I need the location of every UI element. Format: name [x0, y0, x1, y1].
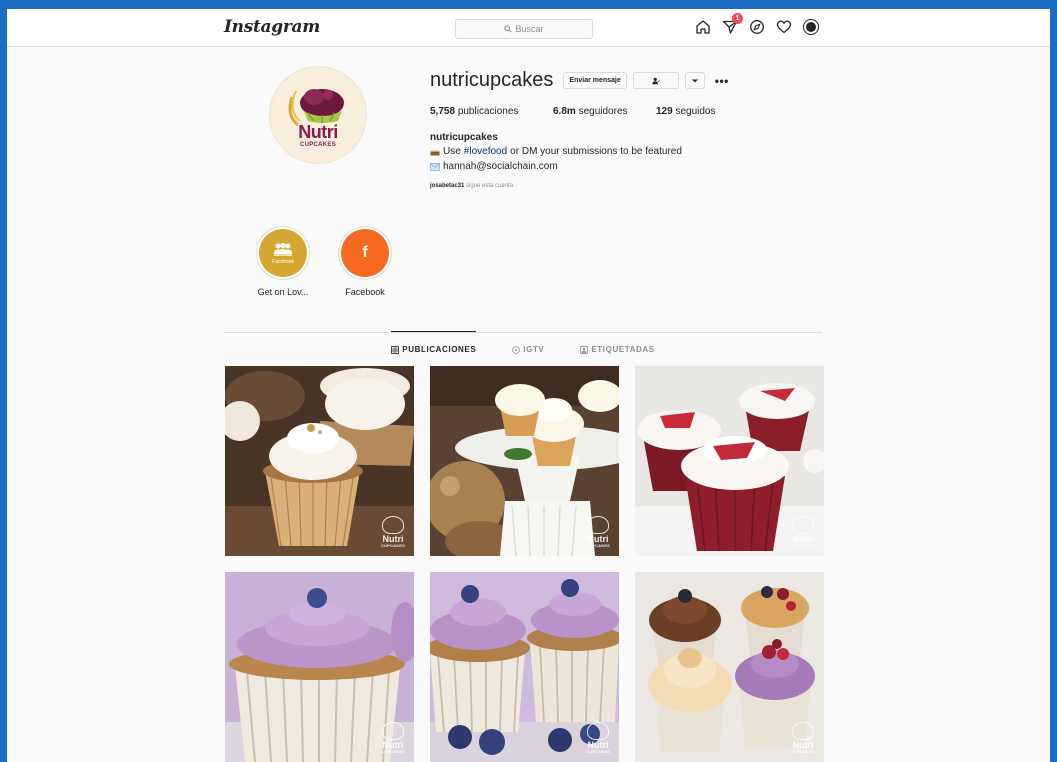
profile-avatar-icon[interactable]	[802, 18, 820, 36]
send-message-button[interactable]: Enviar mensaje	[563, 72, 627, 89]
nutri-watermark: Nutri CUPCAKES	[378, 516, 408, 548]
posts-grid: Nutri CUPCAKES Nutri CUPCAKES Nutri CUPC…	[225, 366, 824, 762]
igtv-icon	[512, 345, 521, 354]
followers-stat[interactable]: 6.8m seguidores	[553, 106, 656, 117]
bio-full-name: nutricupcakes	[430, 132, 498, 143]
tab-publicaciones[interactable]: PUBLICACIONES	[391, 345, 476, 354]
explore-icon[interactable]	[748, 18, 766, 36]
tabs-divider	[224, 332, 822, 333]
tab-etiquetadas[interactable]: ETIQUETADAS	[580, 345, 654, 354]
tab-igtv[interactable]: IGTV	[512, 345, 544, 354]
browser-window: Instagram Buscar 1 Nutri CUPCAKES nutric…	[7, 9, 1050, 762]
nutri-watermark: Nutri CUPCAKES	[788, 722, 818, 754]
email-emoji-icon	[430, 162, 440, 171]
direct-badge: 1	[732, 13, 743, 24]
post-thumbnail[interactable]: Nutri CUPCAKES	[635, 366, 824, 556]
search-icon	[504, 25, 513, 33]
highlight-inner-text: Facebook	[272, 258, 294, 265]
suggestions-dropdown-button[interactable]	[684, 72, 705, 89]
bio-line-submissions: Use #lovefood or DM your submissions to …	[430, 146, 682, 157]
post-thumbnail[interactable]: Nutri CUPCAKES	[225, 366, 414, 556]
chevron-down-icon	[691, 79, 698, 82]
activity-heart-icon[interactable]	[775, 18, 793, 36]
direct-icon[interactable]: 1	[721, 13, 743, 36]
profile-avatar[interactable]: Nutri CUPCAKES	[269, 66, 367, 164]
post-thumbnail[interactable]: Nutri CUPCAKES	[430, 572, 619, 762]
highlight-label: Get on Lov...	[257, 287, 309, 297]
avatar-text-cupcakes: CUPCAKES	[299, 142, 337, 148]
story-highlight-facebook[interactable]: f Facebook	[330, 226, 400, 297]
profile-header-row: nutricupcakes Enviar mensaje •••	[430, 69, 729, 92]
avatar-text-nutri: Nutri	[298, 122, 338, 142]
post-thumbnail[interactable]: Nutri CUPCAKES	[430, 366, 619, 556]
post-thumbnail[interactable]: Nutri CUPCAKES	[225, 572, 414, 762]
search-placeholder: Buscar	[515, 24, 544, 34]
highlight-label: Facebook	[345, 287, 385, 297]
people-group-icon	[274, 242, 292, 256]
profile-stats: 5,758 publicaciones 6.8m seguidores 129 …	[430, 106, 716, 117]
cake-emoji-icon	[430, 149, 440, 155]
profile-tabs: PUBLICACIONES IGTV ETIQUETADAS	[224, 345, 822, 354]
nutri-watermark: Nutri CUPCAKES	[378, 722, 408, 754]
home-icon[interactable]	[694, 18, 712, 36]
top-navigation: Instagram Buscar 1	[7, 9, 1050, 47]
more-options-icon[interactable]: •••	[711, 75, 729, 87]
search-input[interactable]: Buscar	[455, 19, 593, 39]
tagged-icon	[580, 345, 589, 354]
nutri-watermark: Nutri CUPCAKES	[788, 516, 818, 548]
posts-count-stat: 5,758 publicaciones	[430, 106, 519, 117]
nutri-watermark: Nutri CUPCAKES	[583, 516, 613, 548]
following-stat[interactable]: 129 seguidos	[656, 106, 716, 117]
active-tab-indicator	[391, 331, 476, 332]
grid-icon	[391, 345, 400, 354]
followed-by-text[interactable]: josabetac31 sigue esta cuenta	[430, 183, 513, 189]
bio-line-email: hannah@socialchain.com	[430, 161, 558, 172]
post-thumbnail[interactable]: Nutri CUPCAKES	[635, 572, 824, 762]
story-highlight-get-on-lov[interactable]: Facebook Get on Lov...	[248, 226, 318, 297]
profile-username: nutricupcakes	[430, 69, 554, 91]
user-check-icon	[652, 77, 660, 84]
hashtag-link[interactable]: #lovefood	[464, 146, 507, 157]
cupcake-logo-icon	[288, 89, 344, 127]
nav-icons: 1	[694, 13, 820, 36]
nutri-watermark: Nutri CUPCAKES	[583, 722, 613, 754]
following-button[interactable]	[632, 72, 679, 89]
facebook-f-icon: f	[362, 244, 368, 261]
instagram-logo[interactable]: Instagram	[224, 17, 320, 37]
